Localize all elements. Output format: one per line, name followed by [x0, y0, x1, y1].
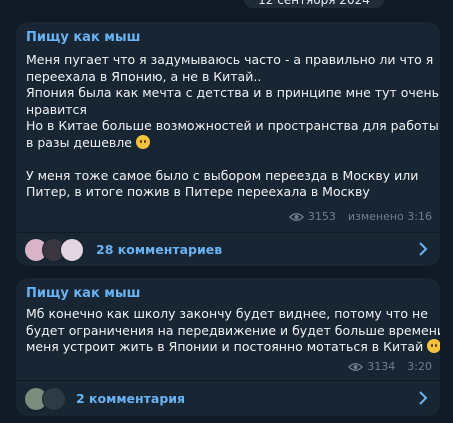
message-time: 3:20 — [407, 360, 432, 373]
commenter-avatars — [24, 387, 66, 411]
text-line: в разы дешевле — [26, 134, 132, 150]
views-count: 3134 — [367, 360, 396, 373]
sender-name[interactable]: Пищу как мыш — [26, 286, 141, 301]
message-meta: 3134 3:20 — [348, 360, 432, 373]
date-separator: 12 сентября 2024 — [244, 0, 384, 8]
divider — [16, 380, 440, 381]
text-line-with-emoji: меня устроит жить в Японии и постоянно м… — [26, 339, 440, 356]
avatar — [42, 387, 66, 411]
message-bubble[interactable]: Пищу как мыш Мб конечно как школу законч… — [16, 278, 440, 416]
comments-count-label[interactable]: 28 комментариев — [96, 242, 222, 257]
comments-button[interactable]: 28 комментариев — [16, 233, 440, 265]
text-line: Мб конечно как школу закончу будет видне… — [26, 306, 428, 321]
text-line: Питер, в итоге пожив в Питере переехала … — [26, 184, 370, 199]
commenter-avatars — [24, 238, 86, 262]
text-line: будет ограничения на передвижение и буде… — [26, 322, 440, 338]
eye-icon — [288, 212, 304, 221]
message-bubble[interactable]: Пищу как мыш Меня пугает что я задумываю… — [16, 22, 440, 266]
chevron-right-icon[interactable] — [418, 242, 428, 256]
views-count: 3153 — [307, 210, 336, 223]
edited-label: изменено 3:16 — [347, 210, 432, 223]
text-line: нравится — [26, 101, 87, 117]
crying-face-emoji — [427, 339, 440, 353]
text-line-with-emoji: в разы дешевле — [26, 134, 432, 152]
chevron-right-icon[interactable] — [418, 391, 428, 405]
text-line: меня устроит жить в Японии и постоянно м… — [26, 339, 424, 354]
comments-count-label[interactable]: 2 комментария — [76, 391, 185, 406]
text-line: У меня тоже самое было с выбором переезд… — [26, 167, 419, 183]
text-line: переехала в Японию, а не в Китай.. — [26, 68, 262, 84]
eye-icon — [348, 362, 364, 371]
message-meta: 3153 изменено 3:16 — [288, 210, 432, 223]
message-text: Мб конечно как школу закончу будет видне… — [26, 306, 440, 356]
crying-face-emoji — [135, 134, 150, 149]
text-line: Но в Китае больше возможностей и простра… — [26, 118, 440, 133]
avatar — [60, 238, 84, 262]
comments-button[interactable]: 2 комментария — [16, 382, 440, 414]
text-line: Япония была как мечта с детства и в прин… — [26, 85, 440, 100]
text-line: Меня пугает что я задумываюсь часто - а … — [26, 52, 434, 67]
message-text: Меня пугает что я задумываюсь часто - а … — [26, 52, 440, 201]
sender-name[interactable]: Пищу как мыш — [26, 30, 141, 45]
